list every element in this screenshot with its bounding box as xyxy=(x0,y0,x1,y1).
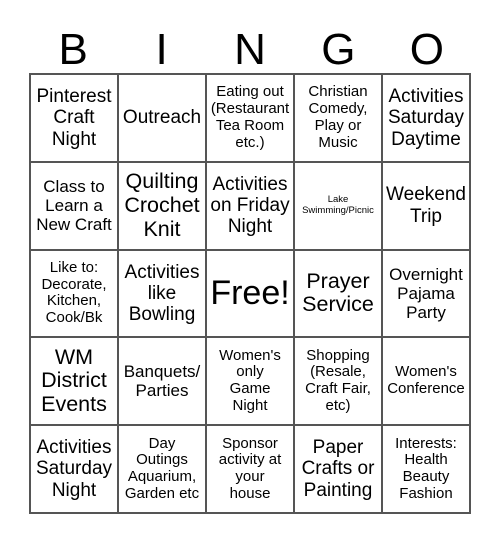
header-letter-n: N xyxy=(234,25,266,74)
bingo-header: B I N G O xyxy=(29,26,471,74)
bingo-cell[interactable]: Quilting Crochet Knit xyxy=(118,161,206,250)
bingo-cell[interactable]: Activities like Bowling xyxy=(118,249,206,338)
bingo-cell[interactable]: Paper Crafts or Painting xyxy=(294,425,382,513)
bingo-cell[interactable]: Weekend Trip xyxy=(382,161,470,250)
bingo-cell[interactable]: Eating out (Restaurant Tea Room etc.) xyxy=(206,74,294,162)
bingo-cell[interactable]: Overnight Pajama Party xyxy=(382,249,470,338)
bingo-cell[interactable]: Interests: Health Beauty Fashion xyxy=(382,425,470,513)
bingo-cell[interactable]: Like to: Decorate, Kitchen, Cook/Bk xyxy=(30,249,118,338)
bingo-cell[interactable]: Day Outings Aquarium, Garden etc xyxy=(118,425,206,513)
bingo-cell[interactable]: Outreach xyxy=(118,74,206,162)
bingo-cell[interactable]: Activities on Friday Night xyxy=(206,161,294,250)
bingo-cell[interactable]: Lake Swimming/Picnic xyxy=(294,161,382,250)
bingo-cell[interactable]: Christian Comedy, Play or Music xyxy=(294,74,382,162)
bingo-cell[interactable]: Shopping (Resale, Craft Fair, etc) xyxy=(294,337,382,426)
header-letter-g: G xyxy=(321,25,356,74)
bingo-cell[interactable]: Sponsor activity at your house xyxy=(206,425,294,513)
header-letter-o: O xyxy=(409,25,444,74)
bingo-cell[interactable]: Activities Saturday Daytime xyxy=(382,74,470,162)
bingo-cell[interactable]: Women's only Game Night xyxy=(206,337,294,426)
free-space-cell[interactable]: Free! xyxy=(206,249,294,338)
bingo-cell[interactable]: Pinterest Craft Night xyxy=(30,74,118,162)
bingo-cell[interactable]: Class to Learn a New Craft xyxy=(30,161,118,250)
header-letter-i: I xyxy=(155,25,168,74)
bingo-cell[interactable]: Activities Saturday Night xyxy=(30,425,118,513)
bingo-card-grid: Pinterest Craft Night Outreach Eating out … xyxy=(29,73,471,514)
bingo-cell[interactable]: Women's Conference xyxy=(382,337,470,426)
header-letter-b: B xyxy=(58,25,88,74)
bingo-cell[interactable]: WM District Events xyxy=(30,337,118,426)
bingo-cell[interactable]: Prayer Service xyxy=(294,249,382,338)
bingo-cell[interactable]: Banquets/ Parties xyxy=(118,337,206,426)
